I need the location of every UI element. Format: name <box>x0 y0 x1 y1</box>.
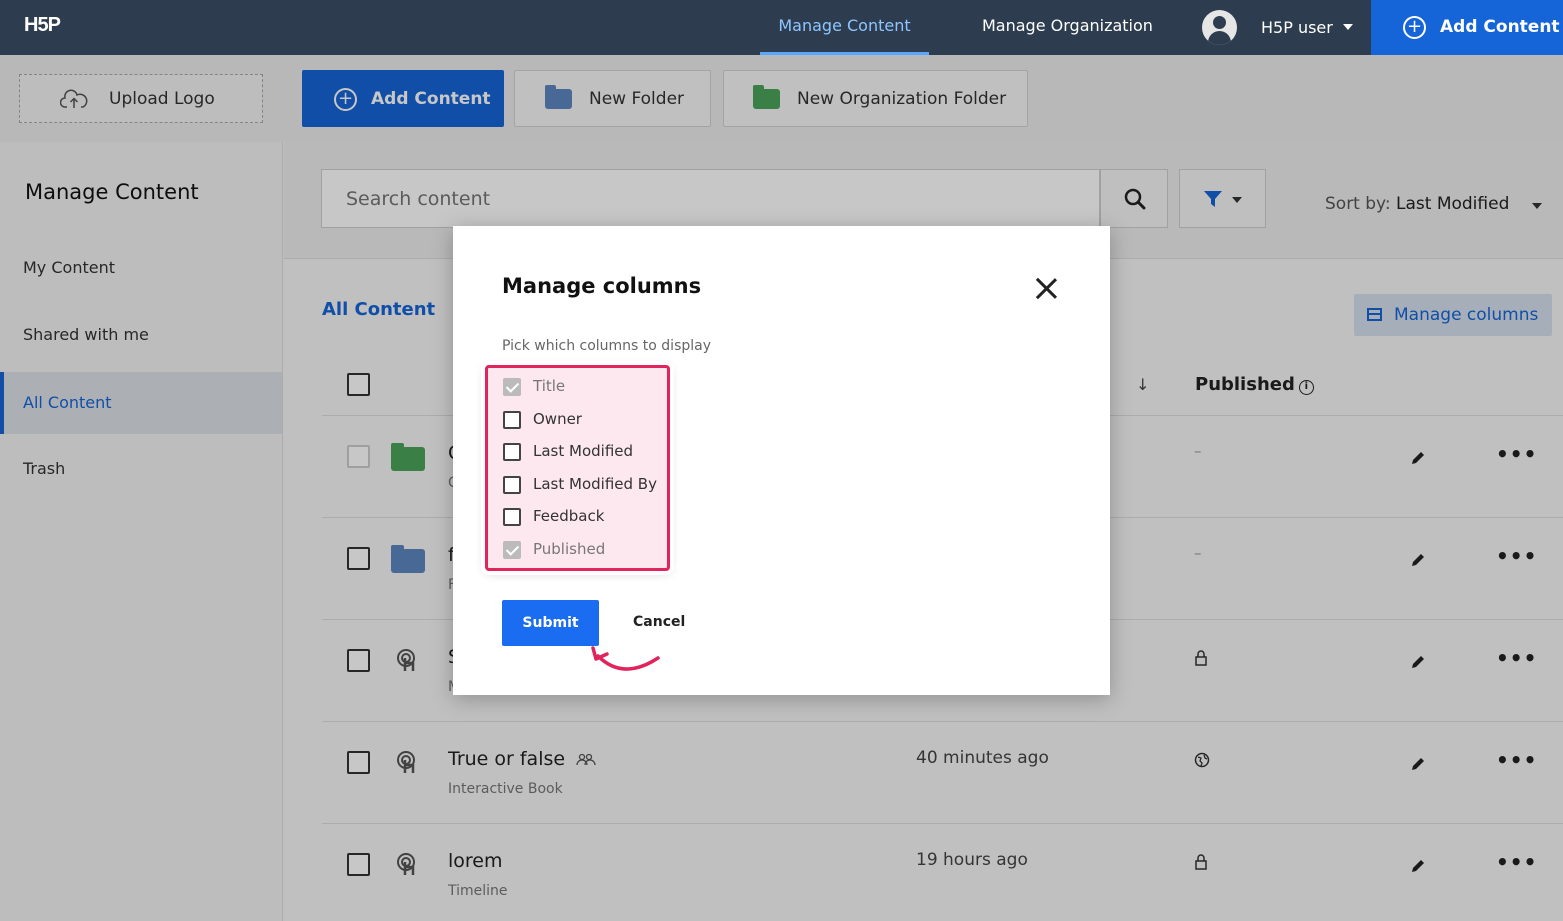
checkbox[interactable] <box>503 411 521 429</box>
plus-circle-icon: + <box>1403 16 1426 39</box>
checkbox[interactable] <box>503 476 521 494</box>
modal-title: Manage columns <box>502 274 702 298</box>
top-add-content-button[interactable]: + Add Content <box>1371 0 1563 55</box>
column-option-label: Published <box>533 540 606 558</box>
annotation-arrow-icon <box>591 646 664 675</box>
chevron-down-icon[interactable] <box>1343 24 1353 30</box>
nav-manage-organization[interactable]: Manage Organization <box>982 0 1153 55</box>
user-avatar-icon[interactable] <box>1202 10 1237 45</box>
h5p-logo[interactable]: H5P <box>24 14 61 37</box>
checkbox[interactable] <box>503 541 521 559</box>
column-option-label: Feedback <box>533 507 605 525</box>
column-option-label: Title <box>533 377 566 395</box>
nav-manage-content[interactable]: Manage Content <box>760 0 929 55</box>
checkbox[interactable] <box>503 378 521 396</box>
column-option-label: Owner <box>533 410 582 428</box>
close-icon[interactable] <box>1035 277 1057 299</box>
user-menu[interactable]: H5P user <box>1261 0 1333 55</box>
columns-checklist-highlight: Title Owner Last Modified Last Modified … <box>485 365 670 571</box>
checkbox[interactable] <box>503 508 521 526</box>
top-navbar: H5P Manage Content Manage Organization H… <box>0 0 1563 55</box>
manage-columns-modal: Manage columns Pick which columns to dis… <box>453 226 1110 695</box>
checkbox[interactable] <box>503 443 521 461</box>
column-option-label: Last Modified By <box>533 475 657 493</box>
modal-subtitle: Pick which columns to display <box>502 338 712 354</box>
top-add-content-label: Add Content <box>1440 17 1560 37</box>
column-option-label: Last Modified <box>533 442 634 460</box>
